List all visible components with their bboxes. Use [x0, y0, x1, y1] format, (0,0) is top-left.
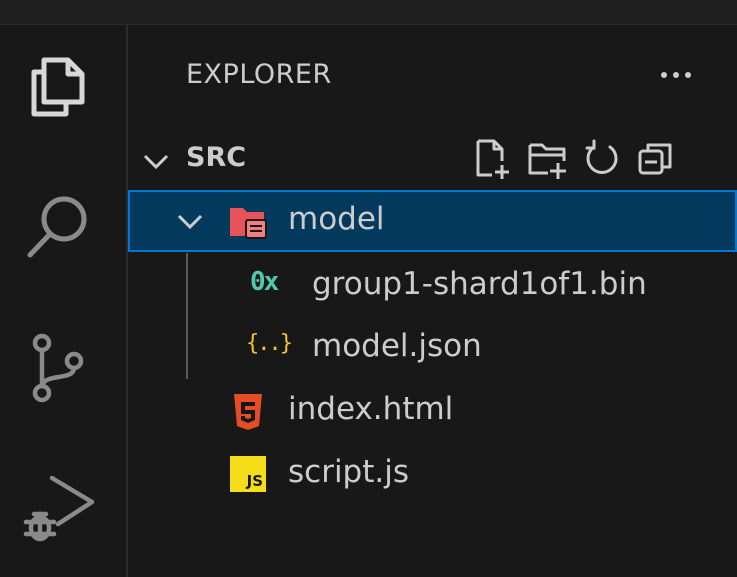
tree-item-label: group1-shard1of1.bin [312, 266, 647, 302]
folder-model-icon [230, 208, 267, 239]
tree-item-label: index.html [288, 391, 454, 427]
run-debug-icon[interactable] [22, 470, 96, 544]
refresh-icon[interactable] [580, 137, 624, 181]
js-file-icon: JS [230, 456, 266, 492]
collapse-all-icon[interactable] [634, 137, 678, 181]
tree-item-bin[interactable]: 0x group1-shard1of1.bin [128, 255, 737, 317]
tree-item-label: model [288, 201, 385, 237]
activity-bar [0, 25, 128, 577]
top-strip [0, 0, 737, 25]
tree-item-json[interactable]: {..} model.json [128, 317, 737, 379]
tree-item-script-js[interactable]: JS script.js [128, 443, 737, 505]
tree-item-label: model.json [312, 328, 482, 364]
explorer-sidebar: EXPLORER SRC model 0x group1-shard1of1.b… [128, 25, 737, 577]
json-file-icon: {..} [246, 331, 293, 356]
ellipsis-icon[interactable] [656, 55, 696, 95]
section-title: SRC [186, 142, 247, 173]
explorer-title: EXPLORER [186, 59, 332, 90]
files-icon[interactable] [22, 48, 96, 122]
tree-item-index-html[interactable]: index.html [128, 380, 737, 442]
binary-file-icon: 0x [250, 267, 279, 297]
section-header-src[interactable]: SRC [128, 137, 737, 181]
search-icon[interactable] [22, 187, 96, 261]
chevron-down-icon [143, 154, 169, 170]
tree-item-model[interactable]: model [128, 190, 737, 252]
source-control-icon[interactable] [22, 331, 96, 405]
chevron-down-icon [177, 214, 203, 230]
new-file-icon[interactable] [472, 137, 516, 181]
tree-item-label: script.js [288, 454, 410, 490]
section-actions [472, 137, 678, 181]
new-folder-icon[interactable] [526, 137, 570, 181]
html-file-icon [234, 394, 262, 430]
